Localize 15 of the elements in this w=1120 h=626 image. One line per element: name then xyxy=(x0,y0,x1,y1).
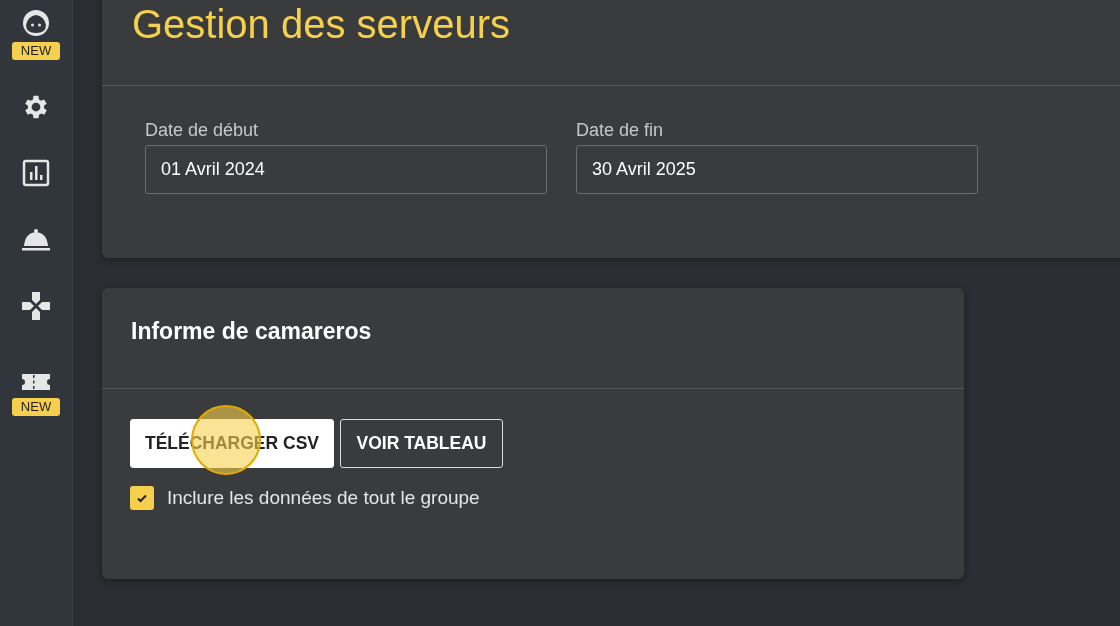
checkbox[interactable] xyxy=(130,486,154,510)
view-table-button[interactable]: VOIR TABLEAU xyxy=(340,419,503,468)
gamepad-icon[interactable] xyxy=(20,290,52,322)
card-title: Informe de camareros xyxy=(130,317,373,346)
new-badge: NEW xyxy=(11,42,61,60)
date-field[interactable]: 30 Avril 2025 xyxy=(576,145,978,194)
field-label: Date de début xyxy=(145,120,260,141)
page-title: Gestion des serveurs xyxy=(131,1,511,48)
face-icon[interactable] xyxy=(21,8,51,38)
date-field[interactable]: 01 Avril 2024 xyxy=(145,145,547,194)
field-label: Date de fin xyxy=(576,120,665,141)
bar-chart-icon[interactable] xyxy=(21,158,51,188)
new-badge: NEW xyxy=(11,398,61,416)
check-icon xyxy=(136,492,148,504)
checkbox-label: Inclure les données de tout le groupe xyxy=(167,487,480,509)
